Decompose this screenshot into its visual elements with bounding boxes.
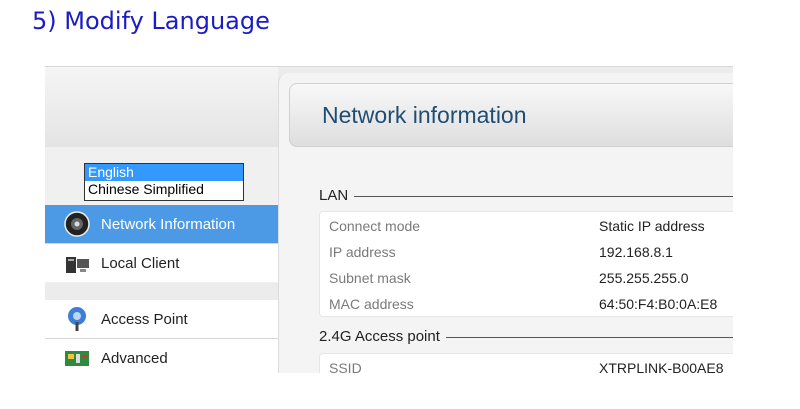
table-row: MAC address 64:50:F4:B0:0A:E8 xyxy=(320,290,733,316)
sidebar-header xyxy=(45,67,278,147)
table-row: Subnet mask 255.255.255.0 xyxy=(320,264,733,290)
row-key: Subnet mask xyxy=(329,270,411,286)
table-row: IP address 192.168.8.1 xyxy=(320,238,733,264)
row-value: XTRPLINK-B00AE8 xyxy=(599,360,724,373)
sidebar-item-label: Network Information xyxy=(101,215,236,233)
settings-board-icon xyxy=(63,344,91,372)
sidebar-item-label: Access Point xyxy=(101,310,188,328)
sidebar: English Chinese Simplified Network Infor… xyxy=(45,147,278,373)
sidebar-item-label: Advanced xyxy=(101,349,168,367)
row-value: 192.168.8.1 xyxy=(599,244,673,260)
ap-info-table: SSID XTRPLINK-B00AE8 xyxy=(319,353,733,373)
lan-info-table: Connect mode Static IP address IP addres… xyxy=(319,211,733,317)
language-option-chinese-simplified[interactable]: Chinese Simplified xyxy=(85,181,243,198)
sidebar-item-advanced[interactable]: Advanced xyxy=(45,339,278,373)
row-value: Static IP address xyxy=(599,218,705,234)
router-admin-window: English Chinese Simplified Network Infor… xyxy=(45,66,733,373)
wifi-antenna-icon xyxy=(63,305,91,333)
page-title: Network information xyxy=(322,102,527,128)
sidebar-item-label: Local Client xyxy=(101,254,180,272)
sidebar-item-local-client[interactable]: Local Client xyxy=(45,244,278,282)
row-key: SSID xyxy=(329,360,362,373)
row-value: 255.255.255.0 xyxy=(599,270,689,286)
table-row: SSID XTRPLINK-B00AE8 xyxy=(320,354,733,373)
section-label-lan: LAN xyxy=(319,187,355,204)
row-key: Connect mode xyxy=(329,218,421,234)
language-select-listbox[interactable]: English Chinese Simplified xyxy=(84,163,244,201)
row-value: 64:50:F4:B0:0A:E8 xyxy=(599,296,718,312)
main-header: Network information xyxy=(289,83,733,147)
sidebar-spacer xyxy=(45,283,278,300)
network-globe-icon xyxy=(63,210,91,238)
language-option-english[interactable]: English xyxy=(85,164,243,181)
section-label-access-point: 2.4G Access point xyxy=(319,328,446,345)
section-rule xyxy=(319,196,733,197)
computer-icon xyxy=(63,249,91,277)
sidebar-item-network-information[interactable]: Network Information xyxy=(45,205,278,243)
main-panel: Network information LAN Connect mode Sta… xyxy=(278,73,733,373)
row-key: IP address xyxy=(329,244,396,260)
page-heading: 5) Modify Language xyxy=(32,7,270,35)
sidebar-item-access-point[interactable]: Access Point xyxy=(45,300,278,338)
table-row: Connect mode Static IP address xyxy=(320,212,733,238)
row-key: MAC address xyxy=(329,296,414,312)
